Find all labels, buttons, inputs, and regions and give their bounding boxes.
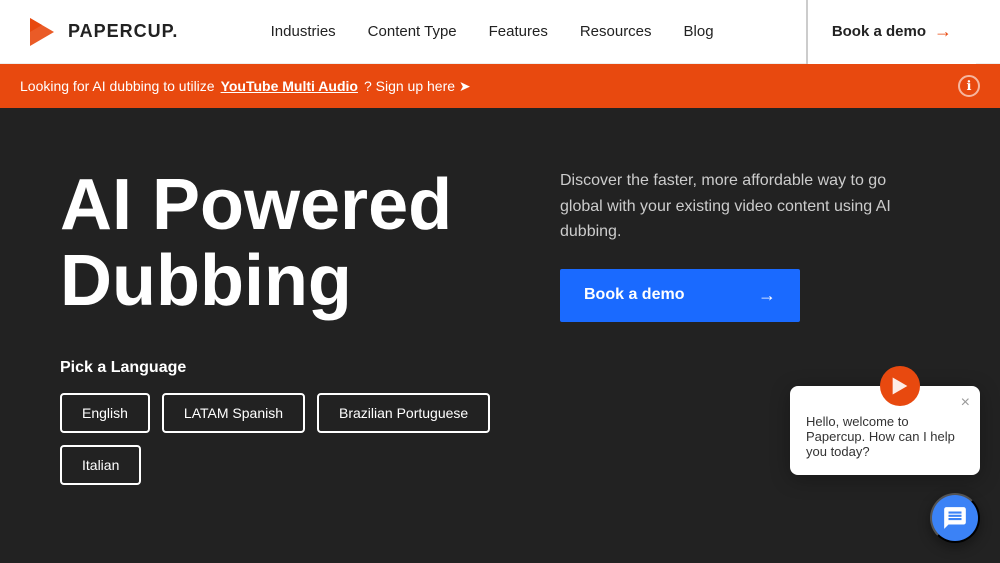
- chat-close-icon[interactable]: ×: [961, 394, 970, 412]
- chat-container: × Hello, welcome to Papercup. How can I …: [790, 386, 980, 543]
- hero-right: Discover the faster, more affordable way…: [560, 168, 940, 322]
- promo-banner: Looking for AI dubbing to utilize YouTub…: [0, 64, 1000, 108]
- hero-left: AI Powered Dubbing Pick a Language Engli…: [60, 168, 560, 485]
- language-buttons: English LATAM Spanish Brazilian Portugue…: [60, 393, 560, 485]
- nav-link-content-type[interactable]: Content Type: [368, 23, 457, 40]
- chat-widget-button[interactable]: [930, 493, 980, 543]
- book-demo-arrow-icon: →: [758, 285, 776, 306]
- book-demo-hero-button[interactable]: Book a demo →: [560, 269, 800, 322]
- lang-btn-english[interactable]: English: [60, 393, 150, 433]
- lang-btn-latam-spanish[interactable]: LATAM Spanish: [162, 393, 305, 433]
- banner-prefix: Looking for AI dubbing to utilize: [20, 78, 215, 94]
- hero-section: AI Powered Dubbing Pick a Language Engli…: [0, 108, 1000, 563]
- book-demo-nav-button[interactable]: Book a demo →: [806, 0, 976, 64]
- cta-arrow-icon: →: [934, 21, 952, 42]
- logo[interactable]: PAPERCUP.: [24, 14, 178, 50]
- nav-link-blog[interactable]: Blog: [684, 23, 714, 40]
- nav-links: Industries Content Type Features Resourc…: [271, 23, 714, 40]
- banner-text: Looking for AI dubbing to utilize YouTub…: [20, 78, 471, 95]
- logo-text: PAPERCUP.: [68, 21, 178, 42]
- nav-cta-wrap: Book a demo →: [806, 0, 976, 64]
- chat-card: × Hello, welcome to Papercup. How can I …: [790, 386, 980, 475]
- lang-label: Pick a Language: [60, 359, 560, 377]
- lang-btn-brazilian-portuguese[interactable]: Brazilian Portuguese: [317, 393, 490, 433]
- hero-title: AI Powered Dubbing: [60, 168, 560, 319]
- hero-description: Discover the faster, more affordable way…: [560, 168, 900, 245]
- banner-suffix: ? Sign up here ➤: [364, 78, 471, 95]
- banner-info-icon[interactable]: ℹ: [958, 75, 980, 97]
- chat-greeting: Hello, welcome to Papercup. How can I he…: [806, 414, 964, 459]
- nav-link-features[interactable]: Features: [489, 23, 548, 40]
- lang-btn-italian[interactable]: Italian: [60, 445, 141, 485]
- banner-link[interactable]: YouTube Multi Audio: [221, 78, 358, 94]
- nav-link-resources[interactable]: Resources: [580, 23, 652, 40]
- nav-link-industries[interactable]: Industries: [271, 23, 336, 40]
- navigation: PAPERCUP. Industries Content Type Featur…: [0, 0, 1000, 64]
